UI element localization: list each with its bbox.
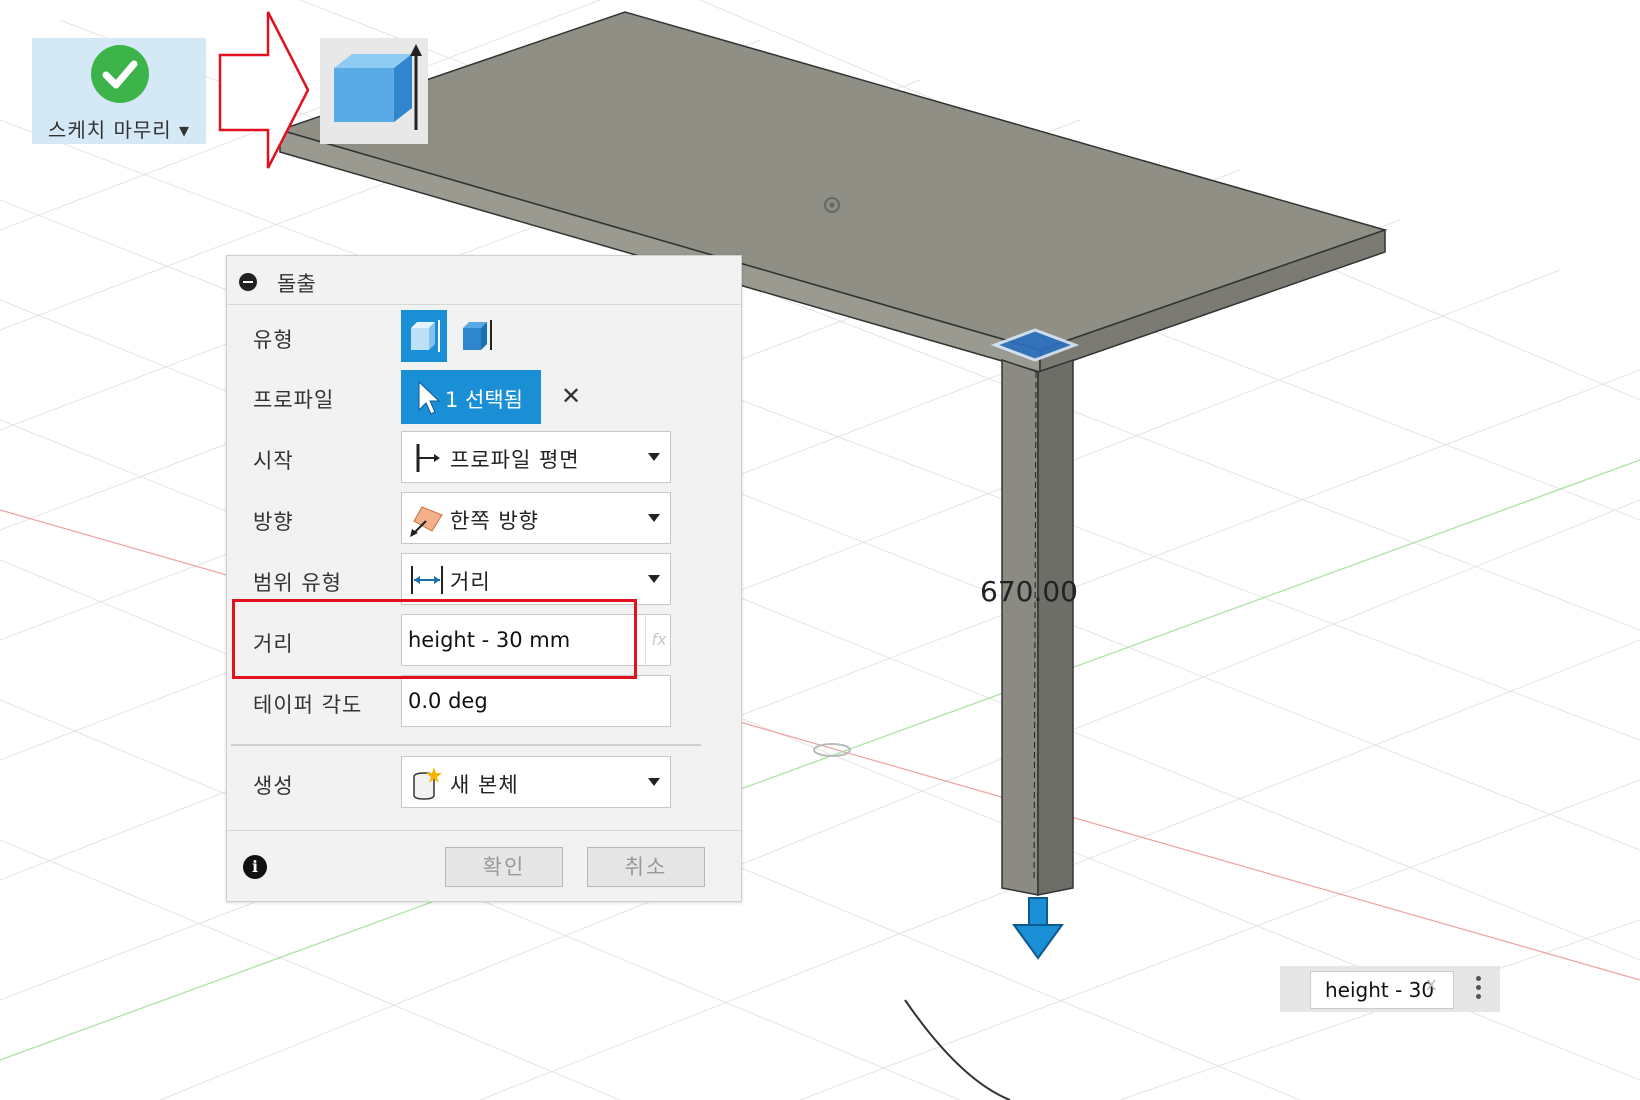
cursor-icon	[418, 380, 441, 415]
direction-value: 한쪽 방향	[450, 509, 539, 533]
row-type: 유형	[227, 310, 741, 364]
row-start: 시작 프로파일 평면	[227, 431, 741, 485]
divider	[231, 744, 701, 746]
checkmark-icon	[91, 45, 149, 103]
direction-dropdown[interactable]: 한쪽 방향	[401, 492, 671, 544]
heads-up-value: height - 30	[1325, 978, 1435, 1002]
profile-select-button[interactable]: 1 선택됨	[401, 370, 541, 424]
dialog-footer: i 확인 취소	[227, 830, 741, 901]
operation-label: 생성	[253, 774, 294, 798]
collapse-icon[interactable]	[239, 273, 257, 291]
profile-selected-count: 1 선택됨	[445, 388, 523, 412]
heads-up-input: height - 30 x	[1280, 966, 1500, 1012]
taper-label: 테이퍼 각도	[253, 693, 363, 717]
leg-body[interactable]	[1001, 358, 1074, 896]
finish-sketch-button[interactable]: 스케치 마무리 ▾	[32, 38, 206, 144]
ok-button[interactable]: 확인	[445, 847, 563, 887]
one-side-icon	[410, 506, 443, 537]
info-icon[interactable]: i	[243, 855, 267, 879]
row-direction: 방향 한쪽 방향	[227, 492, 741, 546]
chevron-down-icon	[648, 575, 660, 583]
finish-sketch-label: 스케치 마무리 ▾	[47, 118, 191, 142]
profile-label: 프로파일	[253, 388, 335, 412]
dialog-title: 돌출	[277, 272, 316, 296]
type-solid-button[interactable]	[401, 310, 447, 362]
start-dropdown[interactable]: 프로파일 평면	[401, 431, 671, 483]
extrude-dialog: 돌출 유형 프로파일 1 선택됨 ✕ 시작 프로파일 평면 방향 한쪽 방향 범…	[226, 255, 742, 902]
extent-type-label: 범위 유형	[253, 571, 342, 595]
clear-selection-icon[interactable]: ✕	[561, 382, 581, 410]
profile-plane-icon	[416, 444, 440, 472]
row-taper: 테이퍼 각도 0.0 deg	[227, 675, 741, 729]
row-profile: 프로파일 1 선택됨 ✕	[227, 370, 741, 424]
operation-value: 새 본체	[450, 773, 519, 797]
extent-type-value: 거리	[450, 570, 491, 594]
chevron-down-icon	[648, 514, 660, 522]
chevron-down-icon	[648, 453, 660, 461]
extrude-direction-arrow[interactable]	[1012, 897, 1064, 960]
new-body-icon	[413, 767, 442, 800]
thin-extrude-icon	[463, 320, 492, 350]
dimension-label: 670.00	[980, 575, 1078, 608]
orbit-arc	[904, 999, 1011, 1100]
solid-extrude-icon	[411, 320, 440, 352]
start-value: 프로파일 평면	[450, 448, 580, 472]
extrude-tool-button[interactable]	[320, 38, 428, 144]
type-label: 유형	[253, 328, 294, 352]
taper-value: 0.0 deg	[408, 689, 488, 713]
fx-icon[interactable]: fx	[645, 614, 672, 666]
distance-highlight-box	[232, 599, 637, 679]
extrude-icon	[334, 44, 422, 130]
dialog-header: 돌출	[227, 256, 741, 305]
operation-dropdown[interactable]: 새 본체	[401, 756, 671, 808]
taper-angle-input[interactable]: 0.0 deg	[401, 675, 671, 727]
row-operation: 생성 새 본체	[227, 756, 741, 810]
clear-input-icon[interactable]: x	[1426, 974, 1437, 995]
distance-icon	[411, 566, 443, 594]
type-thin-button[interactable]	[453, 310, 499, 362]
start-label: 시작	[253, 449, 294, 473]
cancel-button[interactable]: 취소	[587, 847, 705, 887]
chevron-down-icon	[648, 778, 660, 786]
extent-type-dropdown[interactable]: 거리	[401, 553, 671, 605]
direction-label: 방향	[253, 510, 294, 534]
more-options-icon[interactable]	[1476, 976, 1482, 1003]
